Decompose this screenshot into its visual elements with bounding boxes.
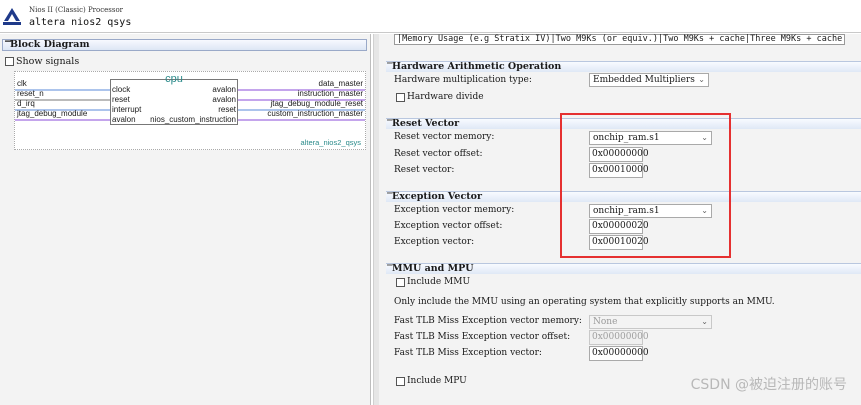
signal-instruction-master: instruction_master — [297, 89, 363, 98]
tlb-vector-field[interactable]: 0x00000000 — [589, 346, 649, 361]
collapse-marker-icon[interactable]: ▔ — [387, 264, 392, 274]
signal-custom-instruction-master: custom_instruction_master — [267, 109, 363, 118]
collapse-marker-icon[interactable]: ▔ — [387, 119, 392, 129]
block-diagram-title: Block Diagram — [10, 39, 90, 50]
signal-jtag-debug-module: jtag_debug_module — [17, 109, 88, 118]
port-avalon-data: avalon — [212, 85, 236, 94]
signal-d-irq: d_irq — [17, 99, 35, 108]
port-interrupt: interrupt — [112, 105, 142, 114]
chevron-down-icon: ⌄ — [701, 317, 708, 326]
csdn-watermark: CSDN @被迫注册的账号 — [690, 377, 847, 393]
chevron-down-icon: ⌄ — [698, 75, 705, 84]
tlb-memory-select[interactable]: None ⌄ — [589, 315, 712, 329]
reset-memory-label: Reset vector memory: — [394, 132, 495, 142]
show-signals-toggle[interactable]: Show signals — [5, 55, 79, 67]
altera-logo-icon — [3, 8, 21, 25]
port-avalon-instruction: avalon — [212, 95, 236, 104]
reset-offset-label: Reset vector offset: — [394, 149, 483, 159]
highlight-annotation-box — [560, 113, 731, 258]
section-title: MMU and MPU — [392, 263, 474, 274]
signal-reset-n: reset_n — [17, 89, 44, 98]
component-subtitle: Nios II (Classic) Processor — [29, 6, 124, 14]
include-mpu-label: Include MPU — [407, 376, 467, 386]
signal-clk: clk — [17, 79, 27, 88]
show-signals-label: Show signals — [16, 55, 80, 67]
vertical-splitter[interactable] — [374, 34, 379, 405]
reset-vector-label: Reset vector: — [394, 165, 455, 175]
instance-type-label: altera_nios2_qsys — [300, 138, 361, 147]
hardware-divide-checkbox[interactable] — [396, 92, 405, 102]
mult-type-value: Embedded Multipliers — [593, 75, 695, 85]
port-nios-custom-instruction: nios_custom_instruction — [150, 115, 236, 124]
port-reset-out: reset — [218, 105, 236, 114]
tlb-memory-value: None — [593, 317, 618, 327]
include-mpu-checkbox[interactable] — [396, 376, 405, 386]
block-diagram-pane: ▔ Block Diagram Show signals clk reset_n… — [0, 34, 371, 405]
exception-memory-label: Exception vector memory: — [394, 205, 515, 215]
collapse-marker-icon[interactable]: ▔ — [5, 41, 11, 51]
cpu-component-name: cpu — [165, 73, 183, 85]
window-header: Nios II (Classic) Processor altera nios2… — [0, 0, 861, 33]
section-hardware-arithmetic[interactable]: ▔ Hardware Arithmetic Operation — [386, 61, 861, 72]
tlb-memory-label: Fast TLB Miss Exception vector memory: — [394, 316, 582, 326]
include-mmu-label: Include MMU — [407, 277, 471, 287]
include-mpu-toggle[interactable]: Include MPU — [396, 376, 467, 386]
include-mmu-toggle[interactable]: Include MMU — [396, 277, 470, 287]
section-title: Hardware Arithmetic Operation — [392, 61, 562, 72]
show-signals-checkbox[interactable] — [5, 56, 14, 66]
section-title: Exception Vector — [392, 191, 482, 202]
tlb-offset-field[interactable]: 0x00000000 — [589, 330, 649, 345]
cpu-component-block[interactable]: cpu clock reset interrupt avalon avalon … — [110, 74, 238, 125]
hardware-divide-label: Hardware divide — [407, 92, 484, 102]
memory-usage-table-row: |Memory Usage (e.g Stratix IV)|Two M9Ks … — [394, 34, 846, 45]
block-diagram-header[interactable]: ▔ Block Diagram — [2, 39, 367, 51]
collapse-marker-icon[interactable]: ▔ — [387, 192, 392, 202]
collapse-marker-icon[interactable]: ▔ — [387, 62, 392, 72]
mult-type-label: Hardware multiplication type: — [394, 75, 532, 85]
mult-type-select[interactable]: Embedded Multipliers ⌄ — [589, 73, 709, 87]
exception-vector-label: Exception vector: — [394, 237, 475, 247]
tlb-vector-label: Fast TLB Miss Exception vector: — [394, 348, 542, 358]
port-reset: reset — [112, 95, 130, 104]
include-mmu-checkbox[interactable] — [396, 277, 405, 287]
port-clock: clock — [112, 85, 131, 94]
signal-data-master: data_master — [318, 79, 363, 88]
section-mmu-mpu[interactable]: ▔ MMU and MPU — [386, 263, 861, 274]
component-title: altera nios2 qsys — [29, 17, 132, 28]
port-avalon-slave: avalon — [112, 115, 136, 124]
hardware-divide-toggle[interactable]: Hardware divide — [396, 92, 484, 102]
section-title: Reset Vector — [392, 118, 460, 129]
exception-offset-label: Exception vector offset: — [394, 221, 503, 231]
signal-jtag-debug-module-reset: jtag_debug_module_reset — [270, 99, 363, 108]
block-diagram-canvas: clk reset_n d_irq jtag_debug_module cpu … — [14, 71, 366, 150]
tlb-offset-label: Fast TLB Miss Exception vector offset: — [394, 332, 571, 342]
mmu-note: Only include the MMU using an operating … — [394, 297, 775, 307]
